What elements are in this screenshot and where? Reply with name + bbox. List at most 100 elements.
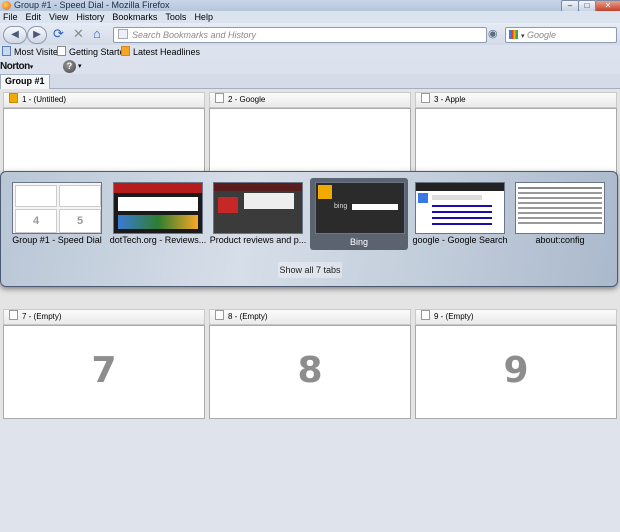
navigation-toolbar: ◀ ▶ ⟳ ✕ ⌂ Search Bookmarks and History ◉… — [0, 23, 620, 45]
chevron-down-icon[interactable]: ▾ — [78, 60, 82, 74]
preview-block — [118, 197, 198, 211]
forward-button[interactable]: ▶ — [27, 26, 47, 44]
mini-dial-number: 4 — [15, 209, 57, 233]
dial-header: 7 - (Empty) — [3, 309, 205, 325]
engine-dropdown-icon[interactable]: ▾ — [521, 33, 525, 40]
preview-results — [432, 205, 492, 207]
dial-9[interactable]: 9 - (Empty) 9 — [415, 309, 617, 532]
dial-title: 7 - (Empty) — [22, 312, 62, 321]
dial-title: 1 - (Untitled) — [22, 95, 67, 104]
page-icon — [118, 29, 128, 39]
norton-menu[interactable]: Norton▾ — [0, 60, 33, 75]
tab-thumb-title: google - Google Search — [412, 235, 508, 245]
url-placeholder: Search Bookmarks and History — [132, 30, 257, 40]
norton-label: Norton — [0, 61, 30, 72]
chevron-down-icon: ▾ — [29, 64, 34, 71]
preview-header — [214, 183, 302, 191]
page-icon — [215, 93, 224, 103]
page-icon — [421, 93, 430, 103]
google-icon[interactable] — [509, 30, 518, 39]
most-visited-icon — [2, 46, 11, 56]
norton-toolbar: Norton▾ ? ▾ — [0, 60, 620, 74]
dial-thumbnail[interactable]: 7 — [3, 325, 205, 419]
bookmark-most-visited[interactable]: Most Visited — [2, 45, 63, 60]
preview-images — [118, 215, 198, 229]
dial-header: 3 - Apple — [415, 92, 617, 108]
menu-edit[interactable]: Edit — [26, 12, 42, 22]
tab-thumb-bing[interactable]: bing Bing — [310, 178, 408, 250]
show-all-tabs-button[interactable]: Show all 7 tabs — [278, 262, 342, 278]
bing-icon — [318, 185, 332, 199]
menu-bookmarks[interactable]: Bookmarks — [112, 12, 157, 22]
search-placeholder: Google — [527, 30, 557, 40]
tab-thumb-title: Product reviews and p... — [209, 235, 307, 245]
url-bar[interactable]: Search Bookmarks and History — [113, 27, 487, 43]
tab-thumb-title: Group #1 - Speed Dial — [12, 235, 102, 245]
dial-thumbnail[interactable]: 8 — [209, 325, 411, 419]
tab-thumb-title: dotTech.org - Reviews... — [109, 235, 207, 245]
tab-thumb-google[interactable]: google - Google Search — [412, 180, 508, 246]
dial-header: 9 - (Empty) — [415, 309, 617, 325]
dial-title: 3 - Apple — [434, 95, 466, 104]
back-button[interactable]: ◀ — [3, 26, 27, 44]
tab-group-1[interactable]: Group #1 — [0, 74, 50, 89]
dial-number: 7 — [91, 350, 117, 391]
preview-list — [518, 187, 602, 189]
menu-view[interactable]: View — [49, 12, 68, 22]
preview-header — [416, 183, 504, 191]
tab-thumb-about-config[interactable]: about:config — [515, 180, 605, 246]
preview-block — [244, 193, 294, 209]
menu-file[interactable]: File — [3, 12, 18, 22]
tab-strip: Group #1 — [0, 74, 620, 89]
preview-logo — [218, 197, 238, 213]
menu-history[interactable]: History — [76, 12, 104, 22]
help-icon[interactable]: ? — [63, 60, 76, 73]
dial-number: 8 — [297, 350, 323, 391]
tab-preview — [515, 182, 605, 234]
search-input[interactable]: ▾ Google — [505, 27, 617, 43]
dial-7[interactable]: 7 - (Empty) 7 — [3, 309, 205, 532]
preview-searchbox — [432, 195, 482, 200]
bookmark-latest-headlines[interactable]: Latest Headlines — [121, 45, 200, 60]
tab-preview: 4 5 — [12, 182, 102, 234]
reload-icon[interactable]: ⟳ — [53, 27, 64, 41]
bookmark-getting-started[interactable]: Getting Started — [57, 45, 130, 60]
preview-searchbox — [352, 204, 398, 210]
title-bar: Group #1 - Speed Dial - Mozilla Firefox … — [0, 0, 620, 12]
google-icon — [418, 193, 428, 203]
tab-thumb-dottech[interactable]: dotTech.org - Reviews... — [110, 180, 206, 246]
tab-thumb-speed-dial[interactable]: 4 5 Group #1 - Speed Dial — [12, 180, 102, 246]
dial-header: 8 - (Empty) — [209, 309, 411, 325]
preview-header — [114, 183, 202, 193]
menu-tools[interactable]: Tools — [165, 12, 186, 22]
tab-preview — [213, 182, 303, 234]
menu-help[interactable]: Help — [194, 12, 213, 22]
stop-icon[interactable]: ✕ — [73, 27, 84, 41]
dial-title: 8 - (Empty) — [228, 312, 268, 321]
rss-icon — [121, 46, 130, 56]
bookmarks-toolbar: Most Visited Getting Started Latest Head… — [0, 45, 620, 60]
home-icon[interactable]: ⌂ — [93, 27, 101, 41]
dial-header: 2 - Google — [209, 92, 411, 108]
page-icon — [57, 46, 66, 56]
page-icon — [421, 310, 430, 320]
eye-icon[interactable]: ◉ — [488, 27, 498, 41]
bookmark-label: Most Visited — [14, 47, 63, 57]
mini-dial — [15, 185, 57, 207]
bookmark-label: Latest Headlines — [133, 47, 201, 57]
menu-bar: File Edit View History Bookmarks Tools Help — [0, 11, 620, 23]
tab-switcher-panel: 4 5 Group #1 - Speed Dial dotTech.org - … — [0, 171, 618, 287]
dial-8[interactable]: 8 - (Empty) 8 — [209, 309, 411, 532]
mini-dial — [59, 185, 101, 207]
bing-icon — [9, 93, 18, 103]
dial-thumbnail[interactable]: 9 — [415, 325, 617, 419]
mini-dial-number: 5 — [59, 209, 101, 233]
dial-number: 9 — [503, 350, 529, 391]
dial-header: 1 - (Untitled) — [3, 92, 205, 108]
tab-preview — [113, 182, 203, 234]
tab-thumb-title: Bing — [349, 237, 368, 247]
window-title: Group #1 - Speed Dial - Mozilla Firefox — [14, 0, 170, 10]
tab-thumb-product-reviews[interactable]: Product reviews and p... — [210, 180, 306, 246]
dial-title: 9 - (Empty) — [434, 312, 474, 321]
firefox-icon — [2, 1, 11, 10]
